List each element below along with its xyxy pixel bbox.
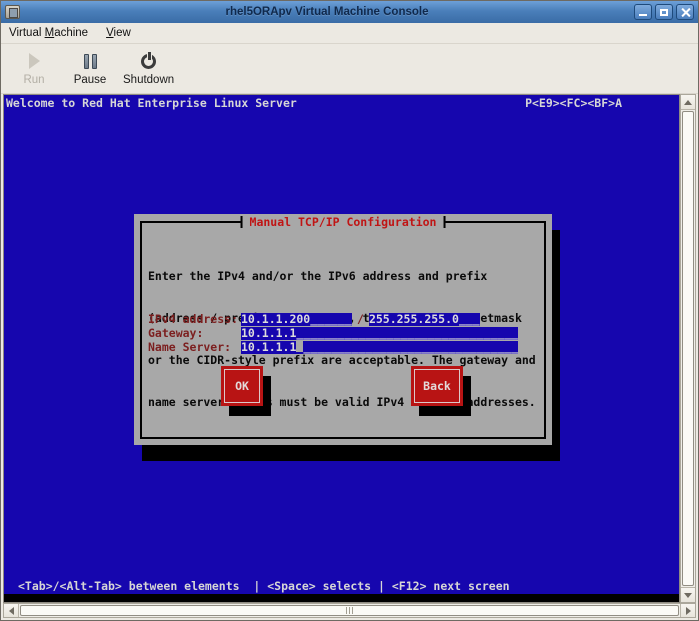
ipv4-row: IPv4 address: 10.1.1.200______ / 255.255… [148,312,518,326]
run-label: Run [23,74,44,86]
back-button[interactable]: Back [411,366,463,406]
console-header: Welcome to Red Hat Enterprise Linux Serv… [6,96,622,110]
netmask-field[interactable]: 255.255.255.0___ [369,313,480,326]
nameserver-row: Name Server: 10.1.1.1___________________… [148,340,518,354]
window-title: rhel5ORApv Virtual Machine Console [20,6,634,18]
ok-button[interactable]: OK [221,366,263,406]
shutdown-icon [141,54,156,69]
scroll-right-icon [686,607,691,615]
scroll-down-icon [684,593,692,598]
gateway-row: Gateway: 10.1.1.1_______________________… [148,326,518,340]
close-icon [681,8,690,17]
horizontal-scrollbar[interactable] [3,603,696,618]
scroll-down-button[interactable] [681,587,695,602]
nameserver-field[interactable]: 10.1.1.1_______________________________ [241,341,518,354]
pause-label: Pause [74,74,107,86]
ok-button-border [224,369,260,403]
header-code: P<E9><FC><BF>A [525,96,622,110]
dialog-title-bar: Manual TCP/IP Configuration [241,215,446,228]
back-button-border [414,369,460,403]
maximize-button[interactable] [655,4,673,20]
toolbar: Run Pause Shutdown [1,44,698,94]
field-rows: IPv4 address: 10.1.1.200______ / 255.255… [148,312,518,354]
tcpip-dialog: Manual TCP/IP Configuration Enter the IP… [134,214,552,445]
maximize-icon [660,9,668,16]
ipv4-address-field[interactable]: 10.1.1.200______ [241,313,352,326]
menubar: Virtual Machine View [1,23,698,44]
border-tick-right [443,216,445,228]
menu-virtual-machine[interactable]: Virtual Machine [9,27,88,39]
vm-display[interactable]: Welcome to Red Hat Enterprise Linux Serv… [3,94,680,603]
pause-button[interactable]: Pause [67,49,113,86]
vm-text-screen: Welcome to Red Hat Enterprise Linux Serv… [4,95,679,594]
scroll-up-button[interactable] [681,95,695,110]
minimize-icon [639,14,647,16]
run-button[interactable]: Run [11,49,57,86]
minimize-button[interactable] [634,4,652,20]
console-help-line: <Tab>/<Alt-Tab> between elements | <Spac… [18,579,510,593]
welcome-text: Welcome to Red Hat Enterprise Linux Serv… [6,96,297,110]
nameserver-label: Name Server: [148,340,241,354]
horizontal-scrollbar-thumb[interactable] [20,605,679,616]
scroll-left-button[interactable] [4,604,19,617]
gateway-label: Gateway: [148,326,241,340]
close-button[interactable] [676,4,694,20]
prefix-separator: / [352,312,369,326]
console-area: Welcome to Red Hat Enterprise Linux Serv… [3,94,696,603]
run-icon [29,53,40,69]
vertical-scrollbar[interactable] [680,94,696,603]
shutdown-button[interactable]: Shutdown [123,49,174,86]
scroll-right-button[interactable] [680,604,695,617]
dialog-title: Manual TCP/IP Configuration [243,215,444,229]
vertical-scrollbar-thumb[interactable] [682,111,694,586]
scroll-left-icon [9,607,14,615]
vm-console-window: rhel5ORApv Virtual Machine Console Virtu… [0,0,699,621]
gateway-field[interactable]: 10.1.1.1________________________________ [241,327,518,340]
titlebar[interactable]: rhel5ORApv Virtual Machine Console [1,1,698,23]
shutdown-label: Shutdown [123,74,174,86]
ipv4-address-label: IPv4 address: [148,312,241,326]
menu-view[interactable]: View [106,27,131,39]
window-icon [5,5,20,19]
scroll-up-icon [684,100,692,105]
pause-icon [84,54,97,69]
